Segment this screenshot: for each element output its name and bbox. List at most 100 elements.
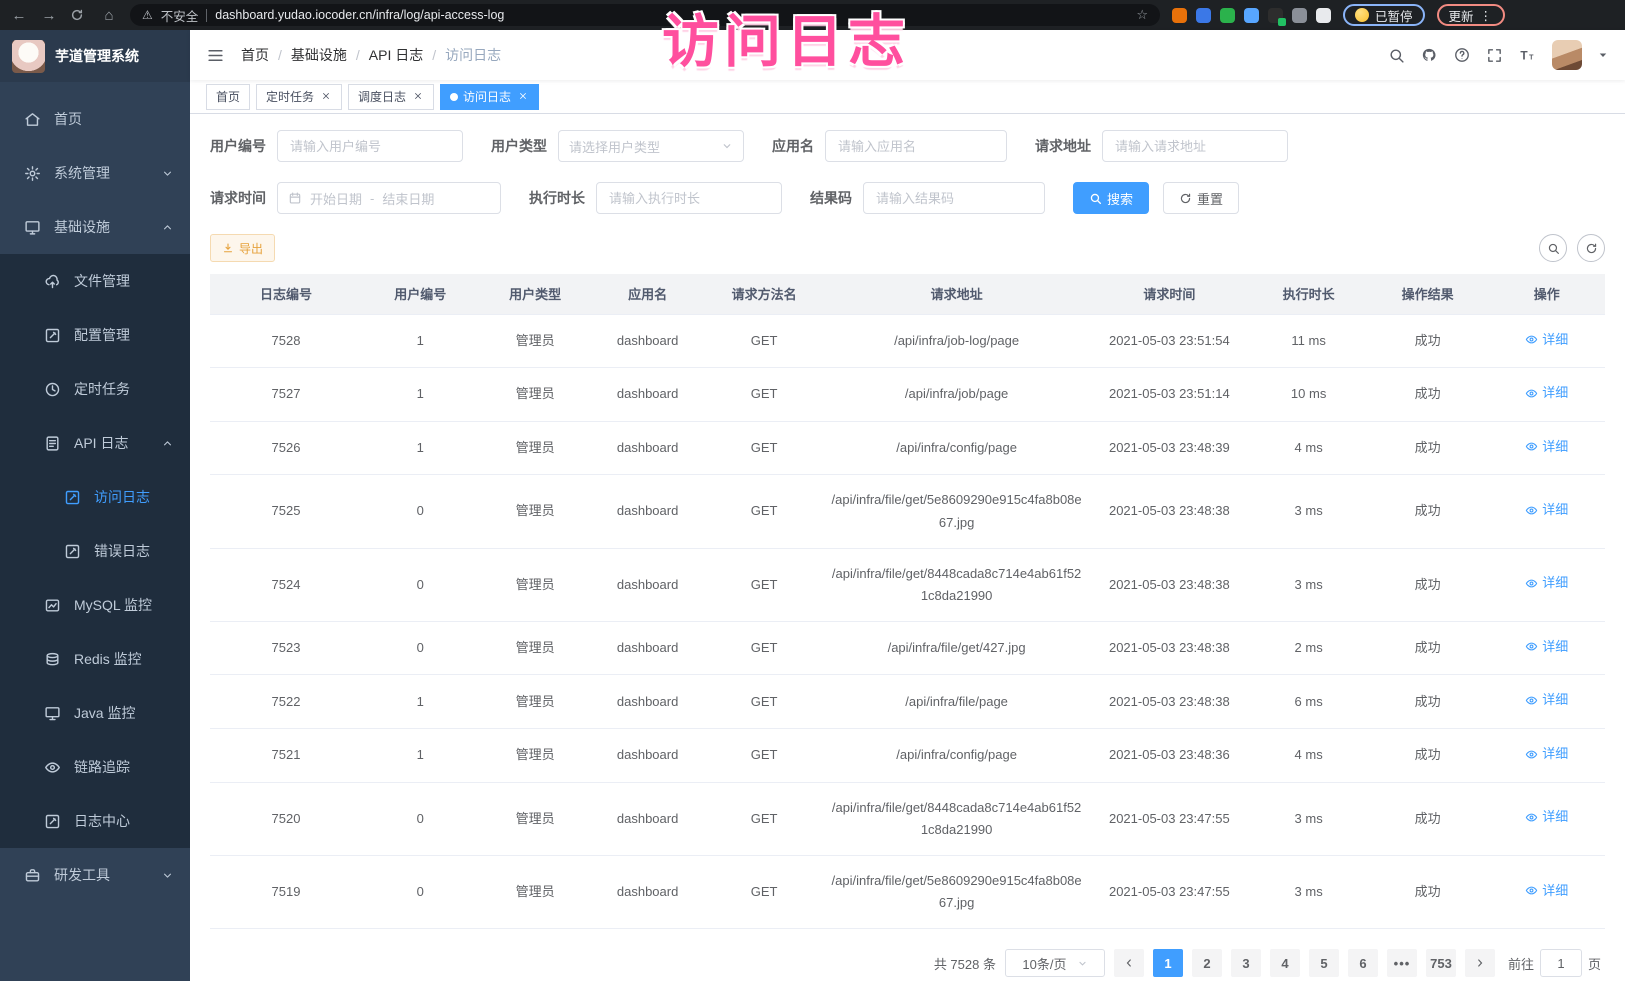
cell-duration: 11 ms (1250, 314, 1367, 368)
app-logo[interactable]: 芋道管理系统 (0, 30, 190, 82)
browser-extension-icon[interactable] (1316, 8, 1331, 23)
browser-extension-icon[interactable] (1220, 8, 1235, 23)
sidebar-item-label: 文件管理 (74, 271, 130, 291)
cell-log-id: 7521 (210, 729, 362, 783)
sidebar-item-job[interactable]: 定时任务 (0, 362, 190, 416)
bookmark-star-icon[interactable]: ☆ (1136, 7, 1148, 23)
page-button-3[interactable]: 3 (1231, 949, 1261, 977)
user-type-select[interactable]: 请选择用户类型 (558, 130, 744, 162)
cell-method: GET (703, 855, 825, 928)
pager-more[interactable]: ••• (1387, 949, 1417, 977)
sidebar-item-log-center[interactable]: 日志中心 (0, 794, 190, 848)
cell-request-url: /api/infra/config/page (825, 729, 1088, 783)
hamburger-icon[interactable] (206, 46, 225, 65)
infra-icon (24, 219, 41, 236)
font-size-icon[interactable]: TT (1518, 46, 1537, 65)
job-icon (44, 381, 61, 398)
tab-label: 调度日志 (358, 88, 406, 105)
browser-extension-icon[interactable] (1172, 8, 1187, 23)
page-button-753[interactable]: 753 (1426, 949, 1456, 977)
detail-link[interactable]: 详细 (1525, 436, 1568, 458)
breadcrumb-item[interactable]: 首页 (241, 45, 269, 65)
detail-link[interactable]: 详细 (1525, 382, 1568, 404)
reload-icon[interactable] (70, 8, 88, 22)
sidebar-item-api-log[interactable]: API 日志 (0, 416, 190, 470)
avatar-caret-down-icon[interactable] (1597, 49, 1609, 61)
fullscreen-icon[interactable] (1486, 47, 1503, 64)
forward-icon[interactable]: → (40, 7, 58, 24)
sidebar-item-redis[interactable]: Redis 监控 (0, 632, 190, 686)
browser-extension-icon[interactable] (1268, 8, 1283, 23)
request-url-input[interactable] (1102, 130, 1288, 162)
detail-link[interactable]: 详细 (1525, 743, 1568, 765)
breadcrumb-item[interactable]: API 日志 (369, 45, 423, 65)
sidebar-item-home[interactable]: 首页 (0, 92, 190, 146)
tab-调度日志[interactable]: 调度日志 (348, 84, 434, 110)
result-code-input[interactable] (863, 182, 1045, 214)
prev-page-button[interactable] (1114, 949, 1144, 977)
page-button-5[interactable]: 5 (1309, 949, 1339, 977)
refresh-table-button[interactable] (1577, 234, 1605, 262)
address-bar[interactable]: ⚠ 不安全 dashboard.yudao.iocoder.cn/infra/l… (130, 4, 1160, 26)
github-icon[interactable] (1420, 46, 1438, 64)
detail-link[interactable]: 详细 (1525, 636, 1568, 658)
chevron-down-icon (1077, 958, 1088, 969)
detail-link[interactable]: 详细 (1525, 806, 1568, 828)
sidebar-item-tools[interactable]: 研发工具 (0, 848, 190, 902)
user-id-input[interactable] (277, 130, 463, 162)
export-button[interactable]: 导出 (210, 234, 275, 262)
breadcrumb-item[interactable]: 基础设施 (291, 45, 347, 65)
browser-extension-icon[interactable] (1196, 8, 1211, 23)
home-nav-icon[interactable]: ⌂ (100, 7, 118, 24)
sidebar-item-error-log[interactable]: 错误日志 (0, 524, 190, 578)
user-avatar[interactable] (1552, 40, 1582, 70)
reset-button[interactable]: 重置 (1163, 182, 1239, 214)
config-icon (44, 327, 61, 344)
tab-首页[interactable]: 首页 (206, 84, 250, 110)
browser-extension-icon[interactable] (1244, 8, 1259, 23)
security-label: 不安全 (161, 6, 199, 25)
goto-page-input[interactable] (1540, 949, 1582, 977)
detail-link[interactable]: 详细 (1525, 329, 1568, 351)
sidebar-item-gear[interactable]: 系统管理 (0, 146, 190, 200)
detail-link[interactable]: 详细 (1525, 572, 1568, 594)
close-icon[interactable] (413, 91, 424, 102)
app-name-input[interactable] (825, 130, 1007, 162)
search-button[interactable]: 搜索 (1073, 182, 1149, 214)
back-icon[interactable]: ← (10, 7, 28, 24)
date-range-picker[interactable]: 开始日期 - 结束日期 (277, 182, 501, 214)
table-row: 75211管理员dashboardGET/api/infra/config/pa… (210, 729, 1605, 783)
sidebar-item-trace[interactable]: 链路追踪 (0, 740, 190, 794)
profile-paused-pill[interactable]: 已暂停 (1343, 4, 1425, 26)
detail-link[interactable]: 详细 (1525, 689, 1568, 711)
header-search-icon[interactable] (1388, 47, 1405, 64)
sidebar-item-java[interactable]: Java 监控 (0, 686, 190, 740)
sidebar-item-file-manage[interactable]: 文件管理 (0, 254, 190, 308)
page-button-4[interactable]: 4 (1270, 949, 1300, 977)
page-size-select[interactable]: 10条/页 (1005, 949, 1105, 977)
cell-log-id: 7528 (210, 314, 362, 368)
duration-input[interactable] (596, 182, 782, 214)
page-button-2[interactable]: 2 (1192, 949, 1222, 977)
browser-extension-icon[interactable] (1292, 8, 1307, 23)
tab-定时任务[interactable]: 定时任务 (256, 84, 342, 110)
update-button[interactable]: 更新 ⋮ (1437, 4, 1506, 26)
cell-log-id: 7526 (210, 421, 362, 475)
sidebar-item-mysql[interactable]: MySQL 监控 (0, 578, 190, 632)
toggle-search-button[interactable] (1539, 234, 1567, 262)
sidebar-item-access-log[interactable]: 访问日志 (0, 470, 190, 524)
tab-访问日志[interactable]: 访问日志 (440, 84, 539, 110)
help-icon[interactable] (1453, 46, 1471, 64)
sidebar-item-infra[interactable]: 基础设施 (0, 200, 190, 254)
page-button-1[interactable]: 1 (1153, 949, 1183, 977)
total-count: 共 7528 条 (934, 954, 996, 973)
close-icon[interactable] (321, 91, 332, 102)
cell-request-url: /api/infra/file/get/5e8609290e915c4fa8b0… (825, 475, 1088, 548)
sidebar-item-config[interactable]: 配置管理 (0, 308, 190, 362)
detail-link[interactable]: 详细 (1525, 499, 1568, 521)
close-icon[interactable] (518, 91, 529, 102)
page-button-6[interactable]: 6 (1348, 949, 1378, 977)
detail-link[interactable]: 详细 (1525, 880, 1568, 902)
refresh-icon (1179, 192, 1192, 205)
next-page-button[interactable] (1465, 949, 1495, 977)
